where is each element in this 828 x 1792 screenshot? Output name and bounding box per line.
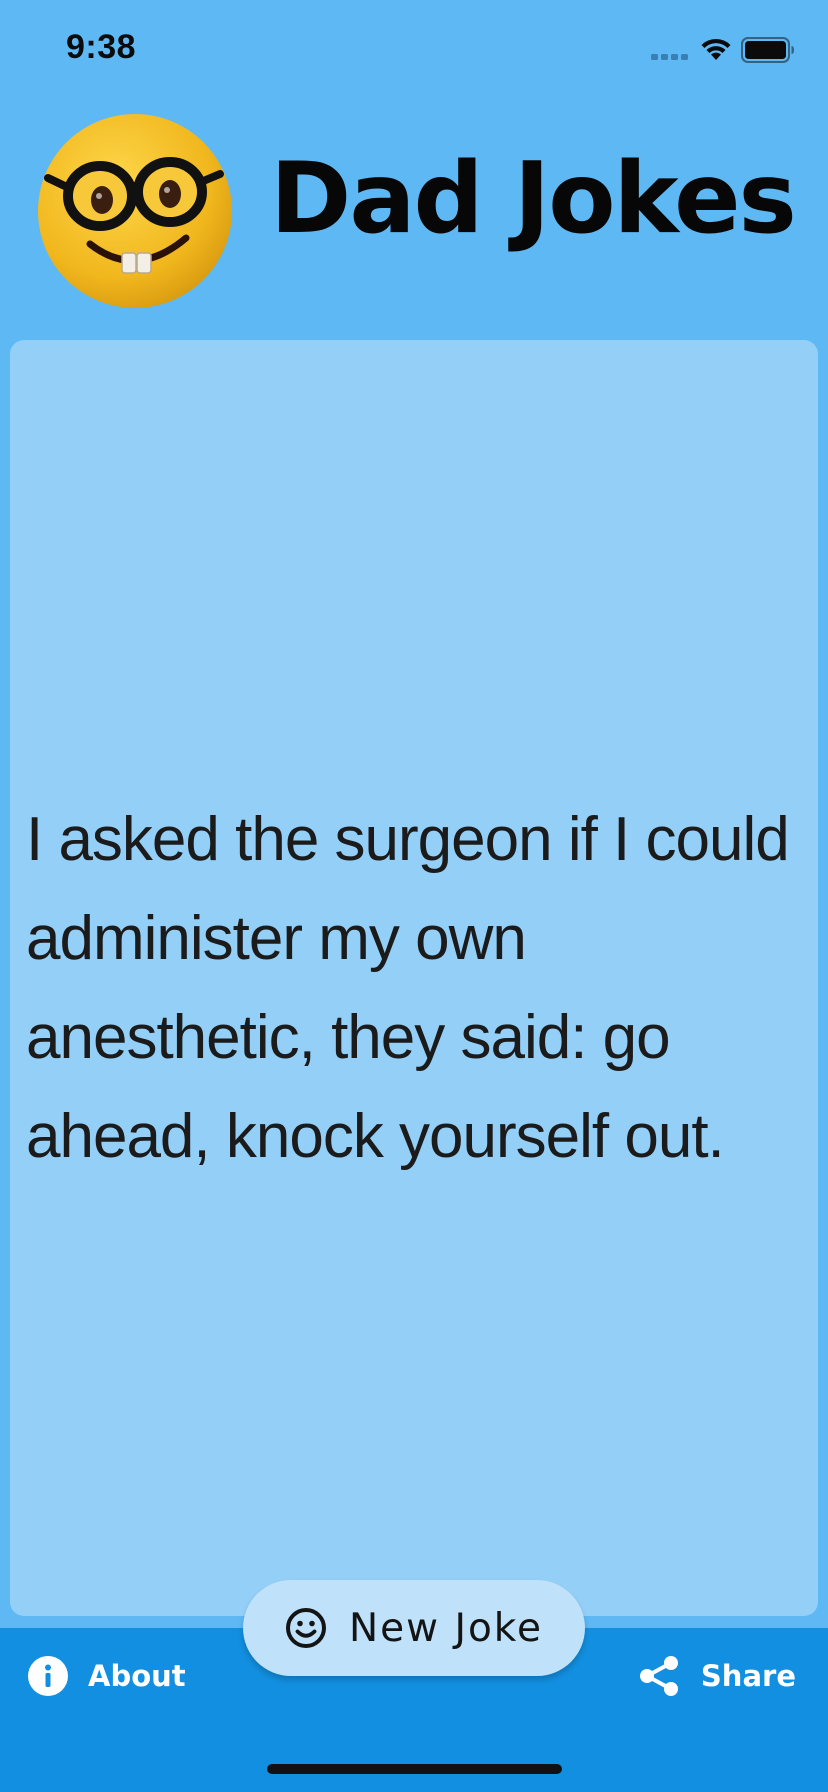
app-title: Dad Jokes <box>270 142 797 256</box>
battery-icon <box>741 37 794 63</box>
home-indicator[interactable] <box>267 1764 562 1774</box>
about-button[interactable]: About <box>28 1654 186 1698</box>
cellular-signal-icon <box>651 54 688 60</box>
status-time: 9:38 <box>66 28 137 66</box>
new-joke-button[interactable]: New Joke <box>243 1580 585 1676</box>
new-joke-label: New Joke <box>348 1605 543 1651</box>
info-icon <box>28 1656 68 1696</box>
status-bar: 9:38 <box>0 0 828 100</box>
joke-card: I asked the surgeon if I could administe… <box>10 340 818 1616</box>
wifi-icon <box>701 38 731 60</box>
joke-text: I asked the surgeon if I could administe… <box>26 805 790 1171</box>
share-button[interactable]: Share <box>639 1654 796 1698</box>
share-icon <box>639 1656 678 1696</box>
about-label: About <box>88 1659 186 1693</box>
smiley-icon <box>285 1608 326 1648</box>
nerd-face-logo-icon <box>38 114 232 308</box>
share-label: Share <box>700 1659 796 1693</box>
